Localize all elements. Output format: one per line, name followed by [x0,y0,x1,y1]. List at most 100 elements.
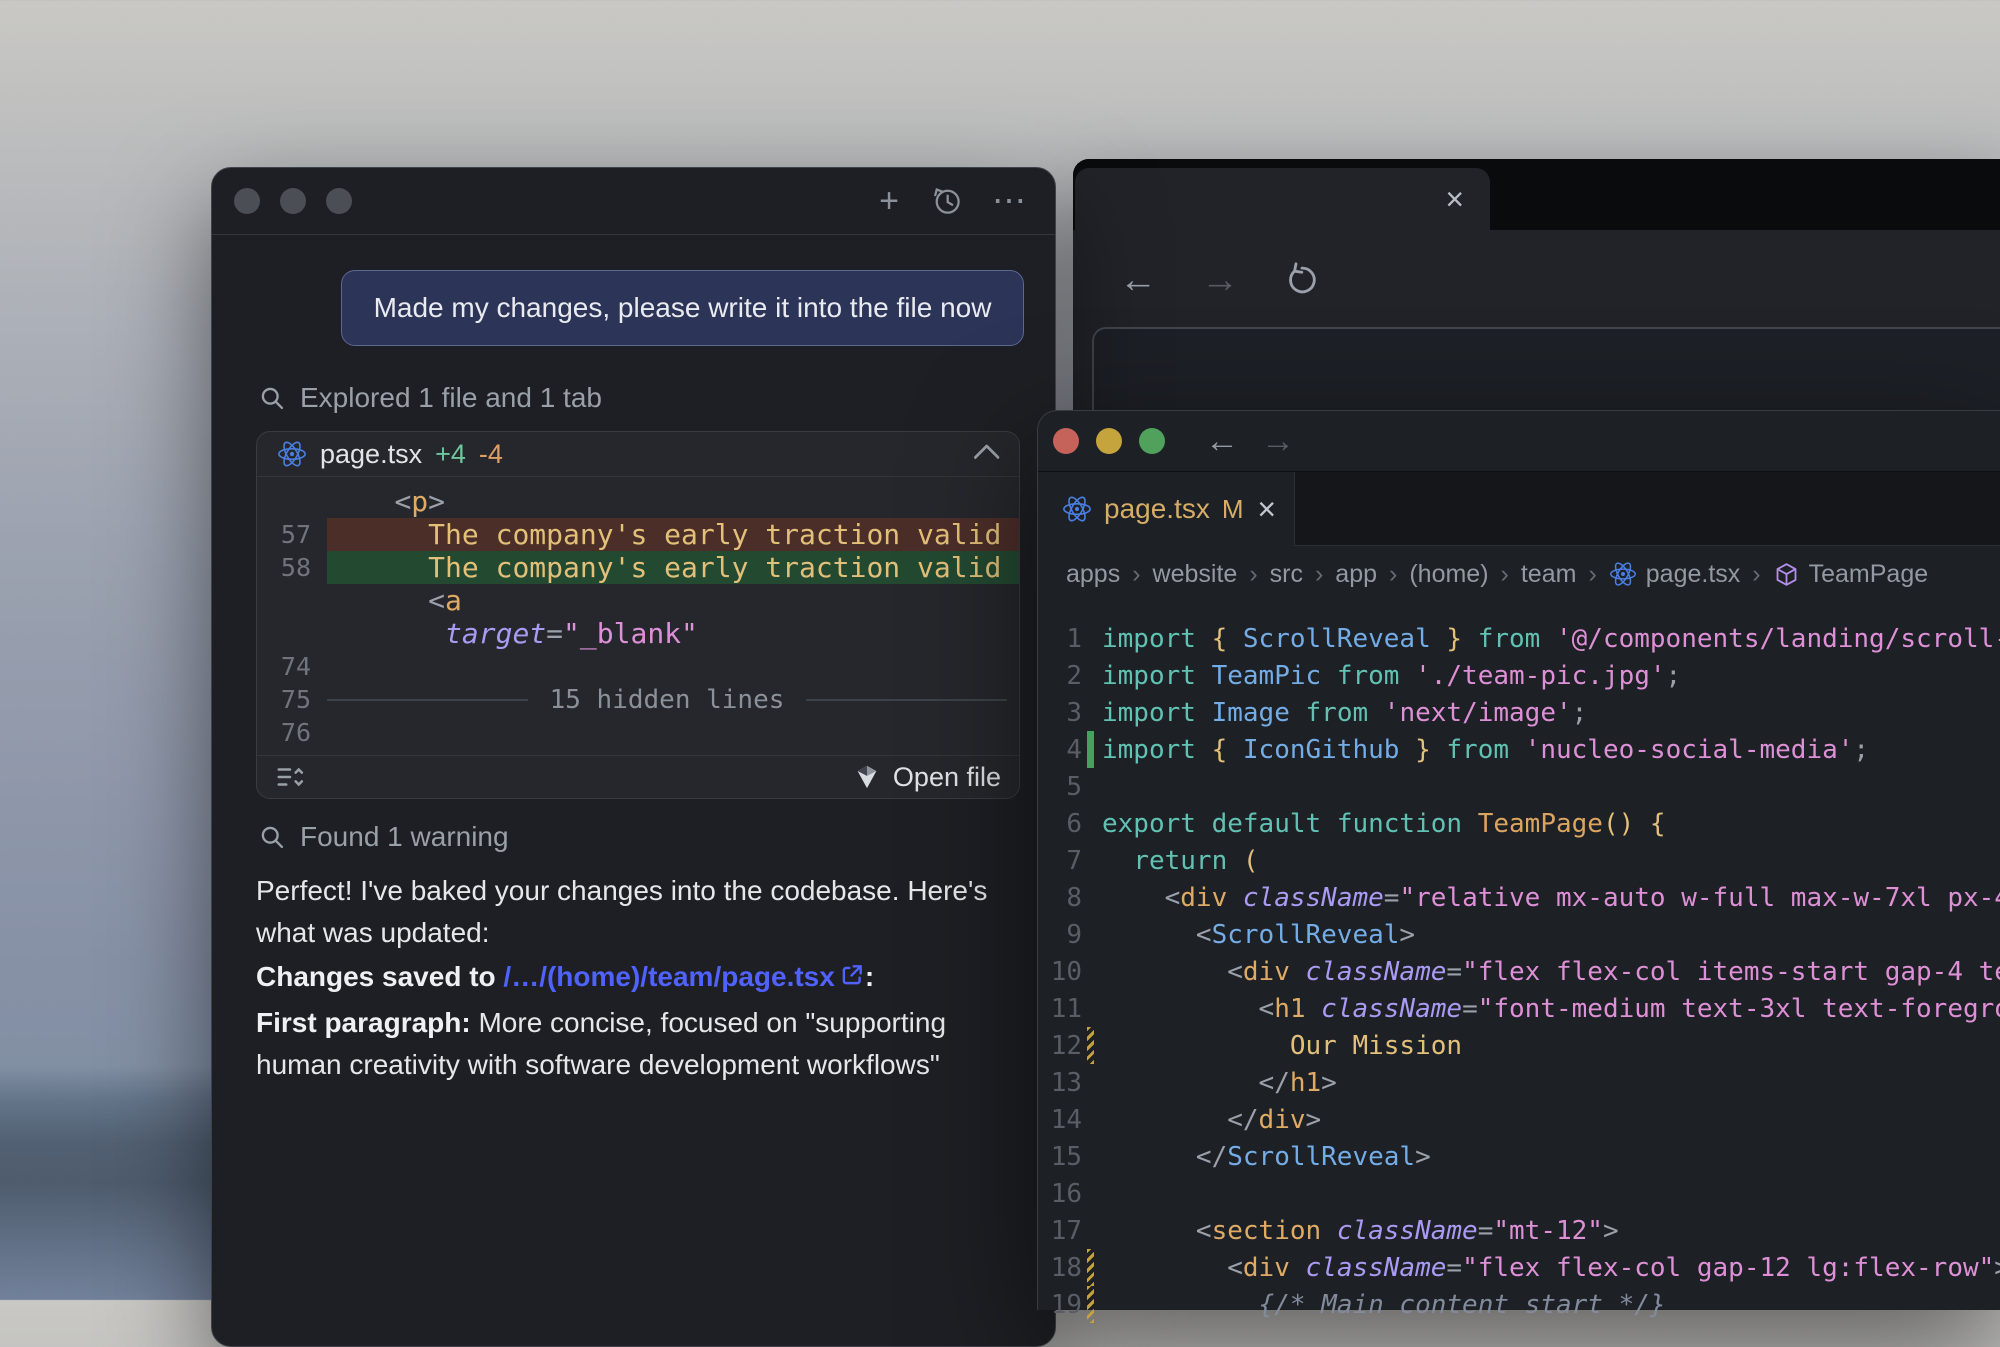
diff-line: 76 [257,716,1019,749]
tab-close-icon[interactable]: × [1445,183,1464,215]
editor-titlebar[interactable]: ← → [1038,411,2000,471]
breadcrumb-item-app[interactable]: app [1335,560,1377,589]
expand-lines-icon[interactable] [275,762,305,792]
breadcrumb-item-page-tsx[interactable]: page.tsx [1609,560,1741,589]
breadcrumb-label: app [1335,560,1377,589]
diff-line-number: 74 [257,652,327,681]
code-token: > [1306,1105,1322,1135]
overflow-menu-icon[interactable]: ⋯ [991,184,1027,218]
external-link-icon[interactable] [839,962,865,988]
breadcrumb-item-website[interactable]: website [1153,560,1238,589]
code-editor-window: ← → page.tsx M × apps›website›src›app›(h… [1037,410,2000,1310]
code-line-text: export default function TeamPage() { [1102,809,2000,839]
code-line-text: import TeamPic from './team-pic.jpg'; [1102,661,2000,691]
code-token: div [1180,883,1227,913]
new-thread-icon[interactable]: + [871,184,907,218]
code-line-text: <div className="relative mx-auto w-full … [1102,883,2000,913]
back-icon[interactable]: ← [1205,422,1239,461]
breadcrumb-item--home-[interactable]: (home) [1409,560,1488,589]
browser-tab[interactable]: × [1075,168,1490,230]
hidden-lines-divider[interactable]: 15 hidden lines [327,685,1019,715]
code-line: 16 [1038,1175,2000,1212]
diff-card-header[interactable]: page.tsx +4 -4 [257,432,1019,477]
code-line: 6export default function TeamPage() { [1038,805,2000,842]
code-token [1102,957,1227,987]
code-token: p [411,485,428,518]
code-token [1321,809,1337,839]
code-token [1399,661,1415,691]
assistant-paragraph-text: Perfect! I've baked your changes into th… [256,875,987,948]
context-line [327,650,1019,683]
gutter-spacer [1082,842,1102,879]
gutter-spacer [1082,1138,1102,1175]
file-box-icon [853,763,881,791]
explored-status[interactable]: Explored 1 file and 1 tab [258,382,1021,414]
code-token: < [1259,994,1275,1024]
zoom-traffic-light[interactable] [326,188,352,214]
code-token [1509,735,1525,765]
breadcrumb-item-team[interactable]: team [1521,560,1577,589]
gutter-spacer [1082,768,1102,805]
breadcrumb-item-src[interactable]: src [1270,560,1303,589]
open-file-button[interactable]: Open file [853,762,1001,793]
breadcrumb-item-teampage[interactable]: TeamPage [1773,560,1929,589]
forward-icon[interactable]: → [1261,422,1295,461]
tab-page-tsx[interactable]: page.tsx M × [1038,472,1295,546]
breadcrumb-label: team [1521,560,1577,589]
code-token [1227,735,1243,765]
history-icon[interactable] [931,185,967,217]
diff-line-number: 57 [257,520,327,549]
close-traffic-light[interactable] [1053,428,1079,454]
back-icon[interactable]: ← [1119,259,1157,302]
cube-icon [1773,561,1800,588]
code-line: 14 </div> [1038,1101,2000,1138]
code-line: 19 {/* Main content start */} [1038,1286,2000,1323]
code-token [327,584,428,617]
code-token: </ [1259,1068,1290,1098]
minimize-traffic-light[interactable] [1096,428,1122,454]
warning-status[interactable]: Found 1 warning [258,821,1021,853]
minimize-traffic-light[interactable] [280,188,306,214]
code-line-text: </h1> [1102,1068,2000,1098]
close-traffic-light[interactable] [234,188,260,214]
code-token [1196,735,1212,765]
code-token [1540,624,1556,654]
code-token [1196,698,1212,728]
code-line-text: <h1 className="font-medium text-3xl text… [1102,994,2000,1024]
saved-file-link[interactable]: /…/(home)/team/page.tsx [503,961,834,992]
collapse-chevron-icon[interactable] [973,443,1000,470]
code-token: className [1337,1216,1478,1246]
code-token: h1 [1290,1068,1321,1098]
chat-titlebar[interactable]: + ⋯ [212,168,1055,235]
breadcrumb-label: website [1153,560,1238,589]
context-line: <a [327,584,1019,617]
code-token: { [1212,624,1228,654]
diff-line-number: 75 [257,685,327,714]
code-token: 'next/image' [1384,698,1572,728]
code-line: 5 [1038,768,2000,805]
code-token: < [1196,920,1212,950]
breadcrumb-label: page.tsx [1646,560,1741,589]
code-token [1102,1216,1196,1246]
code-token: = [1446,1253,1462,1283]
code-area[interactable]: 1import { ScrollReveal } from '@/compone… [1038,602,2000,1323]
code-token: > [1415,1142,1431,1172]
code-token: ( [1243,846,1259,876]
code-token: TeamPic [1212,661,1322,691]
reload-icon[interactable] [1283,261,1321,299]
tab-close-icon[interactable]: × [1257,493,1276,525]
code-token: < [1227,957,1243,987]
code-line: 3import Image from 'next/image'; [1038,694,2000,731]
diff-body: <p>57 The company's early traction valid… [257,477,1019,755]
diff-line: <p> [257,485,1019,518]
breadcrumb-item-apps[interactable]: apps [1066,560,1120,589]
line-number: 11 [1038,994,1082,1024]
code-line: 4import { IconGithub } from 'nucleo-soci… [1038,731,2000,768]
code-token [1290,1253,1306,1283]
diff-line: 57 The company's early traction valid [257,518,1019,551]
line-number: 12 [1038,1031,1082,1061]
code-token: {/* Main content start */} [1259,1290,1666,1320]
code-token: './team-pic.jpg' [1415,661,1665,691]
forward-icon[interactable]: → [1201,259,1239,302]
zoom-traffic-light[interactable] [1139,428,1165,454]
